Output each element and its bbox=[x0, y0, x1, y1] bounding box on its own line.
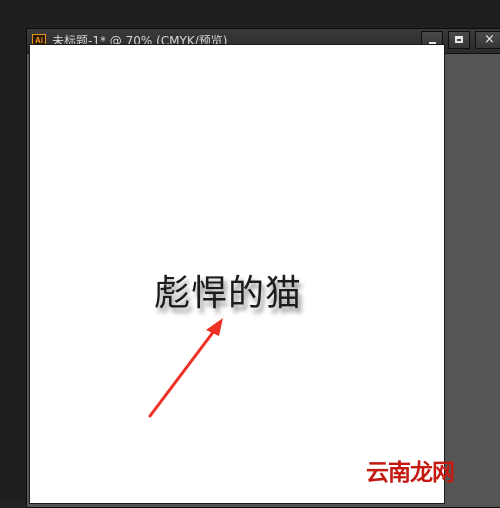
annotation-arrow bbox=[148, 318, 223, 418]
watermark-logo: 云南龙网 bbox=[366, 460, 455, 486]
arrow-head bbox=[206, 318, 223, 336]
arrow-shaft bbox=[148, 329, 216, 418]
